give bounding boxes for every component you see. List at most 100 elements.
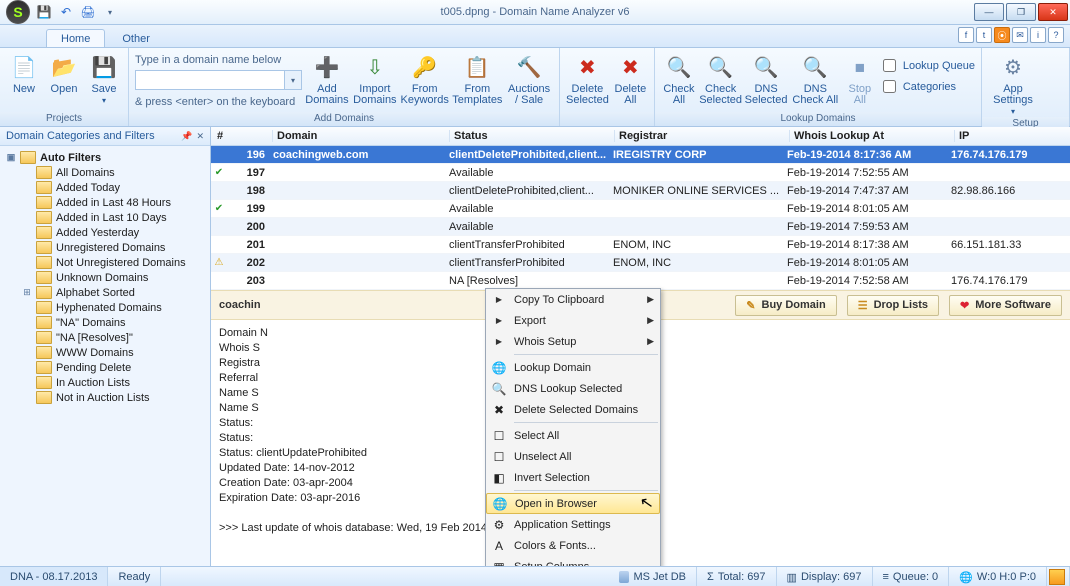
context-item[interactable]: ▶Export▶: [486, 310, 660, 331]
lookup-queue-check[interactable]: Lookup Queue: [879, 56, 975, 75]
group-projects-label: Projects: [0, 112, 128, 126]
col-registrar[interactable]: Registrar: [614, 130, 789, 142]
categories-check[interactable]: Categories: [879, 77, 975, 96]
import-domains-button[interactable]: ⇩Import Domains: [352, 52, 398, 106]
tab-other[interactable]: Other: [107, 29, 165, 47]
sidebar-item[interactable]: All Domains: [2, 165, 208, 180]
grid-header[interactable]: # Domain Status Registrar Whois Lookup A…: [211, 127, 1070, 146]
delete-all-button[interactable]: ✖Delete All: [613, 52, 648, 106]
app-logo[interactable]: S: [6, 0, 30, 24]
more-software-button[interactable]: ❤More Software: [949, 295, 1062, 316]
folder-icon: [36, 226, 52, 239]
domain-input-dropdown[interactable]: ▾: [285, 70, 302, 90]
save-icon: 💾: [90, 54, 118, 82]
drop-lists-button[interactable]: ☰Drop Lists: [847, 295, 939, 316]
context-item[interactable]: ✖Delete Selected Domains: [486, 399, 660, 420]
table-row[interactable]: 196coachingweb.comclientDeleteProhibited…: [211, 146, 1070, 164]
tree-alphabet[interactable]: ⊞Alphabet Sorted: [2, 285, 208, 300]
tree[interactable]: ▣Auto Filters All DomainsAdded TodayAdde…: [0, 146, 210, 566]
file-new-icon: 📄: [10, 54, 38, 82]
col-whois[interactable]: Whois Lookup At: [789, 130, 954, 142]
status-db: MS Jet DB: [609, 567, 697, 586]
sidebar-item[interactable]: Pending Delete: [2, 360, 208, 375]
context-item[interactable]: 🌐Open in Browser: [486, 493, 660, 514]
sidebar-item[interactable]: Added Yesterday: [2, 225, 208, 240]
new-button[interactable]: 📄New: [6, 52, 42, 95]
table-row[interactable]: 200AvailableFeb-19-2014 7:59:53 AM: [211, 218, 1070, 236]
database-icon: [619, 571, 629, 583]
context-item[interactable]: ▶Copy To Clipboard▶: [486, 289, 660, 310]
check-selected-button[interactable]: 🔍Check Selected: [699, 52, 742, 106]
col-status[interactable]: Status: [449, 130, 614, 142]
close-button[interactable]: ✕: [1038, 3, 1068, 21]
context-item[interactable]: 🌐Lookup Domain: [486, 357, 660, 378]
sidebar-item[interactable]: Added Today: [2, 180, 208, 195]
globe-icon: 🌐: [959, 571, 973, 584]
pin-icon[interactable]: 📌: [181, 131, 192, 142]
context-item[interactable]: ▦Setup Columns...: [486, 556, 660, 566]
context-menu[interactable]: ▶Copy To Clipboard▶▶Export▶▶Whois Setup▶…: [485, 288, 661, 566]
tab-home[interactable]: Home: [46, 29, 105, 47]
qat-dropdown-icon[interactable]: ▾: [102, 4, 118, 20]
col-domain[interactable]: Domain: [272, 130, 449, 142]
sidebar-item[interactable]: In Auction Lists: [2, 375, 208, 390]
sidebar-item[interactable]: Added in Last 10 Days: [2, 210, 208, 225]
sidebar-item[interactable]: Unregistered Domains: [2, 240, 208, 255]
delete-selected-button[interactable]: ✖Delete Selected: [566, 52, 609, 106]
sidebar-item[interactable]: WWW Domains: [2, 345, 208, 360]
add-domains-button[interactable]: ➕Add Domains: [304, 52, 350, 106]
twitter-icon[interactable]: t: [976, 27, 992, 43]
context-item[interactable]: 🔍DNS Lookup Selected: [486, 378, 660, 399]
context-item[interactable]: ◧Invert Selection: [486, 467, 660, 488]
check-sel-icon: 🔍: [707, 54, 735, 82]
from-keywords-button[interactable]: 🔑From Keywords: [400, 52, 450, 106]
app-settings-button[interactable]: ⚙App Settings▾: [988, 52, 1038, 117]
dns-selected-button[interactable]: 🔍DNS Selected: [744, 52, 787, 106]
sidebar-item[interactable]: Not in Auction Lists: [2, 390, 208, 405]
table-row[interactable]: 198clientDeleteProhibited,client...MONIK…: [211, 182, 1070, 200]
table-row[interactable]: ✔197AvailableFeb-19-2014 7:52:55 AM: [211, 164, 1070, 182]
table-row[interactable]: ✔199AvailableFeb-19-2014 8:01:05 AM: [211, 200, 1070, 218]
mail-icon[interactable]: ✉: [1012, 27, 1028, 43]
grid-body[interactable]: 196coachingweb.comclientDeleteProhibited…: [211, 146, 1070, 290]
context-item[interactable]: ☐Unselect All: [486, 446, 660, 467]
rss-icon[interactable]: ⦿: [994, 27, 1010, 43]
from-templates-button[interactable]: 📋From Templates: [452, 52, 504, 106]
sidebar-item[interactable]: "NA [Resolves]": [2, 330, 208, 345]
buy-domain-button[interactable]: ✎Buy Domain: [735, 295, 836, 316]
table-row[interactable]: ⚠202clientTransferProhibitedENOM, INCFeb…: [211, 254, 1070, 272]
tree-label: Added Today: [56, 182, 120, 194]
facebook-icon[interactable]: f: [958, 27, 974, 43]
info-icon[interactable]: i: [1030, 27, 1046, 43]
sidebar-item[interactable]: Unknown Domains: [2, 270, 208, 285]
sidebar-item[interactable]: "NA" Domains: [2, 315, 208, 330]
context-item[interactable]: ⚙Application Settings: [486, 514, 660, 535]
dns-check-all-button[interactable]: 🔍DNS Check All: [790, 52, 841, 106]
sidebar-item[interactable]: Not Unregistered Domains: [2, 255, 208, 270]
sidebar-item[interactable]: Added in Last 48 Hours: [2, 195, 208, 210]
qat-undo-icon[interactable]: ↶: [58, 4, 74, 20]
status-indicator[interactable]: [1047, 567, 1070, 586]
context-item[interactable]: AColors & Fonts...: [486, 535, 660, 556]
col-num[interactable]: #: [211, 130, 272, 142]
maximize-button[interactable]: ❐: [1006, 3, 1036, 21]
minimize-button[interactable]: —: [974, 3, 1004, 21]
row-num: 201: [227, 239, 269, 251]
help-icon[interactable]: ?: [1048, 27, 1064, 43]
auctions-button[interactable]: 🔨Auctions / Sale: [505, 52, 553, 106]
domain-input[interactable]: [135, 70, 285, 90]
sidebar-close-icon[interactable]: ✕: [196, 131, 204, 142]
check-all-button[interactable]: 🔍Check All: [661, 52, 697, 106]
context-item[interactable]: ▶Whois Setup▶: [486, 331, 660, 352]
sidebar-item[interactable]: Hyphenated Domains: [2, 300, 208, 315]
col-ip[interactable]: IP: [954, 130, 1070, 142]
open-button[interactable]: 📂Open: [46, 52, 82, 95]
qat-print-icon[interactable]: 🖨: [80, 4, 96, 20]
table-row[interactable]: 201clientTransferProhibitedENOM, INCFeb-…: [211, 236, 1070, 254]
tree-auto-filters[interactable]: ▣Auto Filters: [2, 150, 208, 165]
content: # Domain Status Registrar Whois Lookup A…: [211, 127, 1070, 566]
stop-all-button[interactable]: ⏹Stop All: [843, 52, 877, 106]
save-button[interactable]: 💾Save▾: [86, 52, 122, 106]
qat-save-icon[interactable]: 💾: [36, 4, 52, 20]
context-item[interactable]: ☐Select All: [486, 425, 660, 446]
